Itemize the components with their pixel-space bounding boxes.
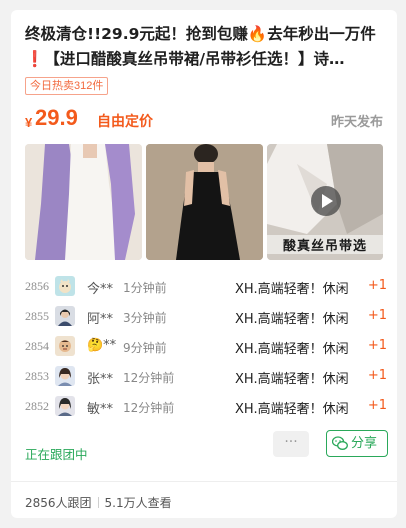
- quantity-badge: +1: [367, 368, 387, 383]
- divider: [11, 481, 397, 482]
- join-time: 3分钟前: [123, 311, 167, 325]
- order-number: 2852: [25, 399, 49, 413]
- white-dress-illustration: [25, 144, 142, 260]
- product-name: XH.高端轻奢！休闲: [235, 372, 349, 387]
- product-name: XH.高端轻奢！休闲: [235, 402, 349, 417]
- product-photo-black-dress[interactable]: [146, 144, 263, 260]
- order-number: 2853: [25, 369, 49, 383]
- quantity-badge: +1: [367, 338, 387, 353]
- product-photos: 酸真丝吊带选: [25, 144, 383, 260]
- avatar-cat-icon: [55, 276, 75, 296]
- avatar-girl-icon: [55, 396, 75, 416]
- hot-sale-badge: 今日热卖312件: [25, 77, 109, 95]
- play-video-icon[interactable]: [311, 186, 341, 216]
- title-text-2: 去年秒出一万件: [267, 25, 376, 43]
- quantity-badge: +1: [367, 398, 387, 413]
- user-name: 敏**: [87, 402, 114, 417]
- quantity-badge: +1: [367, 308, 387, 323]
- product-photo-white-dress[interactable]: [25, 144, 142, 260]
- price-note: 自由定价: [97, 114, 153, 130]
- title-text-3: 【进口醋酸真丝吊带裙/吊带衫任选！】诗…: [44, 50, 345, 68]
- more-button[interactable]: ···: [273, 431, 309, 457]
- price-value: 29.9: [35, 105, 78, 130]
- user-name: 🤔**: [87, 338, 117, 353]
- join-time: 9分钟前: [123, 341, 167, 355]
- list-item[interactable]: 2852 敏** 12分钟前 XH.高端轻奢！休闲 +1: [25, 391, 387, 421]
- user-name: 张**: [87, 372, 114, 387]
- stats-bar: 2856人跟团 5.1万人查看: [25, 494, 172, 511]
- product-name: XH.高端轻奢！休闲: [235, 312, 349, 327]
- list-item[interactable]: 2856 今** 1分钟前 XH.高端轻奢！休闲 +1: [25, 271, 387, 301]
- share-label: 分享: [351, 436, 378, 451]
- view-count: 5.1万人查看: [104, 496, 172, 510]
- group-count: 2856人跟团: [25, 496, 92, 510]
- list-item[interactable]: 2854 🤔** 9分钟前 XH.高端轻奢！休闲 +1: [25, 331, 387, 361]
- list-item[interactable]: 2853 张** 12分钟前 XH.高端轻奢！休闲 +1: [25, 361, 387, 391]
- avatar-girl-icon: [55, 366, 75, 386]
- join-time: 1分钟前: [123, 281, 167, 295]
- video-caption: 酸真丝吊带选: [267, 235, 383, 254]
- publish-time: 昨天发布: [330, 115, 383, 130]
- product-name: XH.高端轻奢！休闲: [235, 342, 349, 357]
- following-status: 正在跟团中: [25, 447, 88, 462]
- product-photo-video[interactable]: 酸真丝吊带选: [267, 144, 383, 260]
- post-title[interactable]: 终极清仓!!29.9元起！抢到包赚🔥去年秒出一万件 ❗【进口醋酸真丝吊带裙/吊带衫…: [25, 22, 383, 72]
- group-buy-card[interactable]: 终极清仓!!29.9元起！抢到包赚🔥去年秒出一万件 ❗【进口醋酸真丝吊带裙/吊带衫…: [11, 10, 397, 518]
- avatar-character-icon: [55, 336, 75, 356]
- quantity-badge: +1: [367, 278, 387, 293]
- user-name: 阿**: [87, 312, 114, 327]
- order-number: 2856: [25, 279, 49, 293]
- exclamation-icon: ❗: [25, 50, 45, 68]
- join-time: 12分钟前: [123, 371, 175, 385]
- fire-icon: 🔥: [247, 25, 268, 43]
- black-dress-illustration: [146, 144, 263, 260]
- follower-list: 2856 今** 1分钟前 XH.高端轻奢！休闲 +1 2855 阿** 3分钟…: [25, 271, 387, 421]
- avatar-person-icon: [55, 306, 75, 326]
- join-time: 12分钟前: [123, 401, 175, 415]
- price-row: ¥ 29.9 自由定价 昨天发布: [25, 105, 383, 133]
- product-name: XH.高端轻奢！休闲: [235, 282, 349, 297]
- share-button[interactable]: 分享: [326, 430, 388, 457]
- stats-separator: [97, 497, 99, 508]
- currency-symbol: ¥: [25, 115, 33, 130]
- order-number: 2854: [25, 339, 49, 353]
- title-text-1: 终极清仓!!29.9元起！抢到包赚: [25, 25, 248, 43]
- list-item[interactable]: 2855 阿** 3分钟前 XH.高端轻奢！休闲 +1: [25, 301, 387, 331]
- wechat-icon: [332, 436, 348, 450]
- order-number: 2855: [25, 309, 49, 323]
- user-name: 今**: [87, 282, 114, 297]
